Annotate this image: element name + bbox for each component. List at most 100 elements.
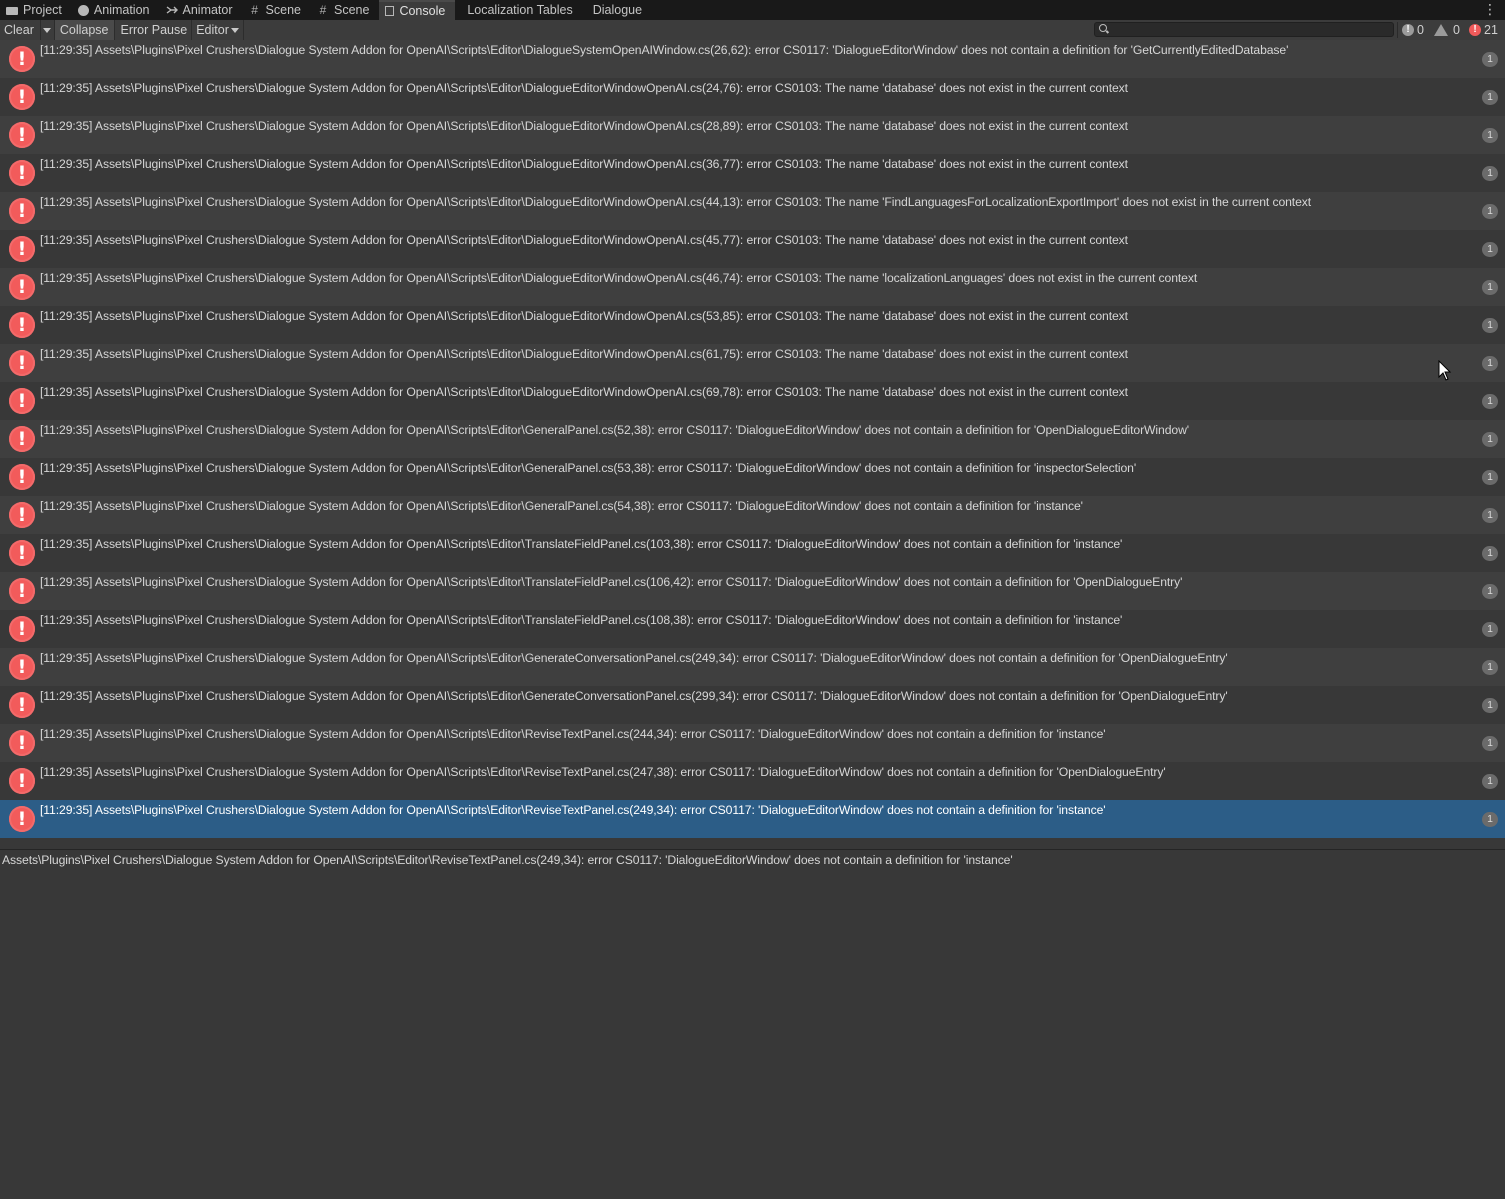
tab-console[interactable]: Console <box>379 0 456 20</box>
kebab-menu-icon[interactable]: ⋮ <box>1483 2 1497 16</box>
tab-label: Project <box>23 3 62 17</box>
error-icon: ! <box>9 388 35 414</box>
log-entry[interactable]: ! [11:29:35] Assets\Plugins\Pixel Crusher… <box>0 192 1505 230</box>
tab-localization-tables[interactable]: Localization Tables <box>455 0 582 20</box>
error-icon: ! <box>9 350 35 376</box>
error-count-toggle[interactable]: ! 21 <box>1469 20 1498 40</box>
log-count-badge: 1 <box>1482 394 1498 409</box>
toolbar-divider <box>1397 22 1398 38</box>
log-entry[interactable]: ! [11:29:35] Assets\Plugins\Pixel Crusher… <box>0 268 1505 306</box>
log-count-badge: 1 <box>1482 622 1498 637</box>
clear-options-dropdown[interactable] <box>39 20 54 40</box>
tab-label: Animator <box>182 3 233 17</box>
log-message: [11:29:35] Assets\Plugins\Pixel Crushers… <box>40 309 1128 323</box>
error-icon: ! <box>9 654 35 680</box>
log-entry[interactable]: ! [11:29:35] Assets\Plugins\Pixel Crusher… <box>0 230 1505 268</box>
warning-count-toggle[interactable]: 0 <box>1434 20 1460 40</box>
split-divider[interactable] <box>0 849 1505 850</box>
log-message: [11:29:35] Assets\Plugins\Pixel Crushers… <box>40 689 1228 703</box>
tab-animation[interactable]: Animation <box>72 0 160 20</box>
log-entry[interactable]: ! [11:29:35] Assets\Plugins\Pixel Crusher… <box>0 420 1505 458</box>
editor-dropdown-label: Editor <box>196 23 229 37</box>
tab-label: Scene <box>265 3 301 17</box>
log-count-badge: 1 <box>1482 52 1498 67</box>
search-icon <box>1099 24 1107 32</box>
log-message: [11:29:35] Assets\Plugins\Pixel Crushers… <box>40 347 1128 361</box>
folder-icon <box>6 7 18 15</box>
console-icon <box>385 6 395 16</box>
log-entry[interactable]: ! [11:29:35] Assets\Plugins\Pixel Crusher… <box>0 154 1505 192</box>
info-icon: ! <box>1402 24 1414 36</box>
log-entry[interactable]: ! [11:29:35] Assets\Plugins\Pixel Crusher… <box>0 610 1505 648</box>
chevron-down-icon <box>43 27 52 33</box>
log-entry[interactable]: ! [11:29:35] Assets\Plugins\Pixel Crusher… <box>0 306 1505 344</box>
tab-dialogue[interactable]: Dialogue <box>583 0 652 20</box>
tab-label: Localization Tables <box>467 3 573 17</box>
window-tab-bar: Project Animation Animator # Scene # Sce… <box>0 0 1505 20</box>
log-count-badge: 1 <box>1482 660 1498 675</box>
tab-animator[interactable]: Animator <box>160 0 243 20</box>
log-count-badge: 1 <box>1482 584 1498 599</box>
animator-icon <box>166 4 178 16</box>
log-count-badge: 1 <box>1482 508 1498 523</box>
error-icon: ! <box>9 122 35 148</box>
error-pause-toggle[interactable]: Error Pause <box>115 20 192 40</box>
log-entry[interactable]: ! [11:29:35] Assets\Plugins\Pixel Crusher… <box>0 686 1505 724</box>
tab-label: Console <box>399 4 446 18</box>
scene-grid-icon: # <box>319 3 327 17</box>
log-entry[interactable]: ! [11:29:35] Assets\Plugins\Pixel Crusher… <box>0 496 1505 534</box>
error-icon: ! <box>9 426 35 452</box>
error-icon: ! <box>9 806 35 832</box>
log-entry[interactable]: ! [11:29:35] Assets\Plugins\Pixel Crusher… <box>0 458 1505 496</box>
log-count-badge: 1 <box>1482 470 1498 485</box>
chevron-down-icon <box>230 27 239 33</box>
error-count: 21 <box>1484 23 1498 37</box>
log-message: [11:29:35] Assets\Plugins\Pixel Crushers… <box>40 803 1106 817</box>
error-icon: ! <box>9 198 35 224</box>
log-entry[interactable]: ! [11:29:35] Assets\Plugins\Pixel Crusher… <box>0 40 1505 78</box>
log-message: [11:29:35] Assets\Plugins\Pixel Crushers… <box>40 43 1289 57</box>
log-count-badge: 1 <box>1482 318 1498 333</box>
log-entry[interactable]: ! [11:29:35] Assets\Plugins\Pixel Crusher… <box>0 648 1505 686</box>
tab-scene-2[interactable]: # Scene <box>311 0 379 20</box>
tab-project[interactable]: Project <box>0 0 72 20</box>
log-message: [11:29:35] Assets\Plugins\Pixel Crushers… <box>40 195 1312 209</box>
log-count-badge: 1 <box>1482 736 1498 751</box>
log-entry[interactable]: ! [11:29:35] Assets\Plugins\Pixel Crusher… <box>0 800 1505 838</box>
log-entry[interactable]: ! [11:29:35] Assets\Plugins\Pixel Crusher… <box>0 344 1505 382</box>
log-count-badge: 1 <box>1482 812 1498 827</box>
error-icon: ! <box>9 502 35 528</box>
error-icon: ! <box>1469 24 1481 36</box>
log-entry[interactable]: ! [11:29:35] Assets\Plugins\Pixel Crusher… <box>0 572 1505 610</box>
log-count-badge: 1 <box>1482 774 1498 789</box>
console-log-list[interactable]: ! [11:29:35] Assets\Plugins\Pixel Crusher… <box>0 40 1505 838</box>
warning-icon <box>1434 24 1448 36</box>
log-message: [11:29:35] Assets\Plugins\Pixel Crushers… <box>40 157 1128 171</box>
log-message: [11:29:35] Assets\Plugins\Pixel Crushers… <box>40 385 1128 399</box>
log-count-badge: 1 <box>1482 204 1498 219</box>
log-message: [11:29:35] Assets\Plugins\Pixel Crushers… <box>40 271 1198 285</box>
log-message: [11:29:35] Assets\Plugins\Pixel Crushers… <box>40 461 1137 475</box>
collapse-toggle[interactable]: Collapse <box>53 20 115 40</box>
error-icon: ! <box>9 616 35 642</box>
info-count-toggle[interactable]: ! 0 <box>1402 20 1424 40</box>
log-count-badge: 1 <box>1482 432 1498 447</box>
clear-button[interactable]: Clear <box>0 20 40 40</box>
log-count-badge: 1 <box>1482 356 1498 371</box>
log-count-badge: 1 <box>1482 546 1498 561</box>
editor-dropdown[interactable]: Editor <box>191 20 244 40</box>
log-entry[interactable]: ! [11:29:35] Assets\Plugins\Pixel Crusher… <box>0 762 1505 800</box>
log-message: [11:29:35] Assets\Plugins\Pixel Crushers… <box>40 765 1166 779</box>
log-entry[interactable]: ! [11:29:35] Assets\Plugins\Pixel Crusher… <box>0 534 1505 572</box>
error-icon: ! <box>9 84 35 110</box>
log-entry[interactable]: ! [11:29:35] Assets\Plugins\Pixel Crusher… <box>0 116 1505 154</box>
log-message: [11:29:35] Assets\Plugins\Pixel Crushers… <box>40 499 1083 513</box>
tab-scene-1[interactable]: # Scene <box>243 0 311 20</box>
animation-icon <box>77 4 89 16</box>
log-entry[interactable]: ! [11:29:35] Assets\Plugins\Pixel Crusher… <box>0 78 1505 116</box>
warning-count: 0 <box>1453 23 1460 37</box>
log-message: [11:29:35] Assets\Plugins\Pixel Crushers… <box>40 613 1123 627</box>
log-entry[interactable]: ! [11:29:35] Assets\Plugins\Pixel Crusher… <box>0 382 1505 420</box>
log-entry[interactable]: ! [11:29:35] Assets\Plugins\Pixel Crusher… <box>0 724 1505 762</box>
search-input[interactable] <box>1094 22 1394 37</box>
